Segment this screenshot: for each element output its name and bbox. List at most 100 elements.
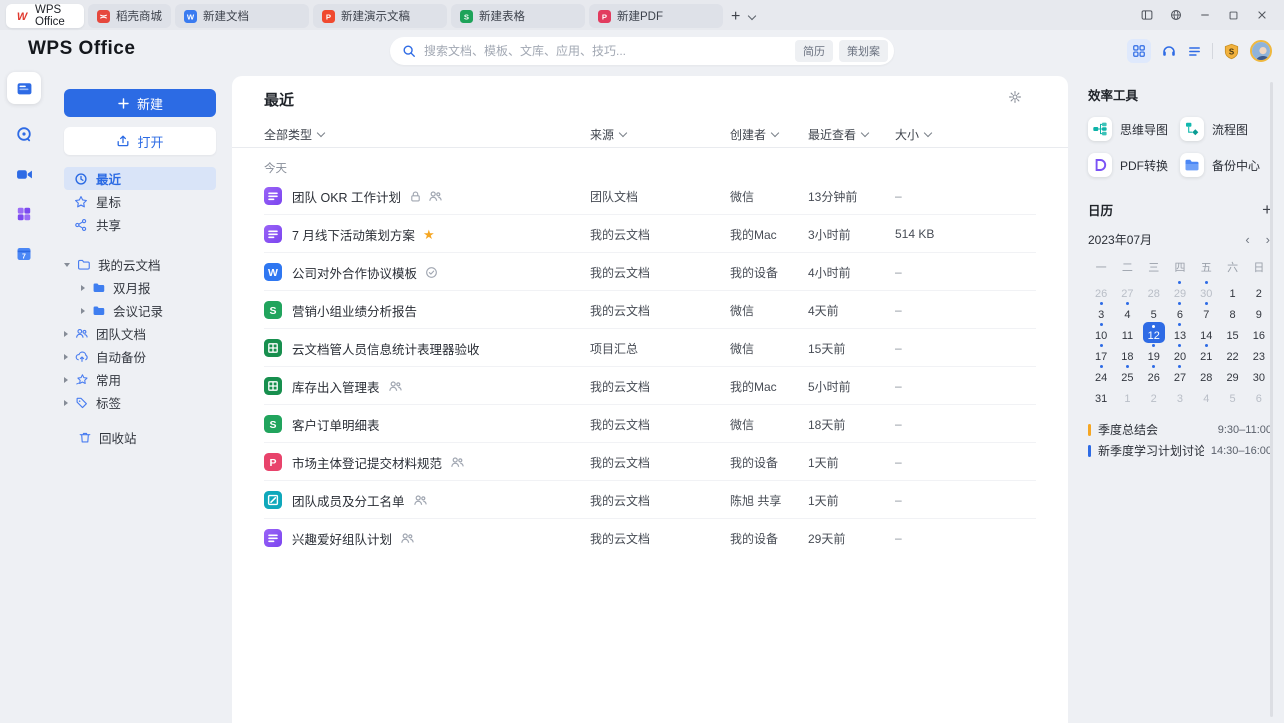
sidebar-tree-item-我的云文档[interactable]: 我的云文档	[64, 253, 216, 276]
calendar-day[interactable]: 6	[1167, 301, 1193, 322]
split-view-icon[interactable]	[1141, 9, 1153, 21]
sidebar-tree-item-自动备份[interactable]: 自动备份	[64, 345, 216, 368]
calendar-event[interactable]: 季度总结会 9:30–11:00	[1088, 419, 1272, 440]
tab-wps-office[interactable]: W WPS Office	[6, 4, 84, 28]
filter-全部类型[interactable]: 全部类型	[264, 126, 590, 143]
calendar-day[interactable]: 27	[1167, 364, 1193, 385]
calendar-day[interactable]: 28	[1193, 364, 1219, 385]
calendar-day[interactable]: 30	[1246, 364, 1272, 385]
calendar-day[interactable]: 5	[1219, 385, 1245, 406]
sidebar-tree-item-团队文档[interactable]: 团队文档	[64, 322, 216, 345]
search-bar[interactable]: 简历策划案	[390, 37, 894, 65]
menu-icon[interactable]	[1187, 44, 1202, 59]
minimize-icon[interactable]	[1199, 9, 1211, 21]
caret-right-icon[interactable]	[64, 376, 68, 383]
calendar-day[interactable]: 5	[1141, 301, 1167, 322]
vip-badge-icon[interactable]: S	[1223, 43, 1240, 60]
sidebar-tree-item-常用[interactable]: 常用	[64, 368, 216, 391]
calendar-day[interactable]: 14	[1193, 322, 1219, 343]
calendar-day[interactable]: 2	[1246, 280, 1272, 301]
document-row[interactable]: S 营销小组业绩分析报告 我的云文档 微信 4天前 –	[232, 291, 1068, 329]
calendar-day[interactable]: 1	[1114, 385, 1140, 406]
calendar-day[interactable]: 19	[1141, 343, 1167, 364]
calendar-day[interactable]: 13	[1167, 322, 1193, 343]
document-row[interactable]: P 市场主体登记提交材料规范 我的云文档 我的设备 1天前 –	[232, 443, 1068, 481]
calendar-day[interactable]: 29	[1219, 364, 1245, 385]
sidebar-item-trash[interactable]: 回收站	[64, 426, 216, 449]
calendar-day[interactable]: 12	[1141, 322, 1167, 343]
rail-item-calendar-7[interactable]: 7	[7, 238, 41, 270]
calendar-day[interactable]: 2	[1141, 385, 1167, 406]
search-tag-简历[interactable]: 简历	[795, 40, 833, 62]
calendar-event[interactable]: 新季度学习计划讨论 14:30–16:00	[1088, 440, 1272, 461]
sidebar-tree-item-标签[interactable]: 标签	[64, 391, 216, 414]
open-button[interactable]: 打开	[64, 127, 216, 155]
calendar-day[interactable]: 10	[1088, 322, 1114, 343]
sidebar-item-星标[interactable]: 星标	[64, 190, 216, 213]
calendar-day[interactable]: 29	[1167, 280, 1193, 301]
calendar-day[interactable]: 9	[1246, 301, 1272, 322]
calendar-day[interactable]: 26	[1141, 364, 1167, 385]
tab-document-2[interactable]: W 新建文档	[175, 4, 309, 28]
calendar-day[interactable]: 21	[1193, 343, 1219, 364]
rail-item-meeting-video[interactable]	[7, 158, 41, 190]
calendar-day[interactable]: 18	[1114, 343, 1140, 364]
close-icon[interactable]	[1256, 9, 1268, 21]
calendar-day[interactable]: 17	[1088, 343, 1114, 364]
document-row[interactable]: S 客户订单明细表 我的云文档 微信 18天前 –	[232, 405, 1068, 443]
document-row[interactable]: 7 月线下活动策划方案 ★ 我的云文档 我的Mac 3小时前 514 KB	[232, 215, 1068, 253]
caret-right-icon[interactable]	[81, 307, 85, 314]
tool-思维导图[interactable]: 思维导图	[1088, 116, 1180, 142]
caret-right-icon[interactable]	[81, 284, 85, 291]
calendar-day[interactable]: 16	[1246, 322, 1272, 343]
calendar-day[interactable]: 4	[1193, 385, 1219, 406]
calendar-day[interactable]: 23	[1246, 343, 1272, 364]
calendar-day[interactable]: 27	[1114, 280, 1140, 301]
tab-document-1[interactable]: 稻壳商城	[88, 4, 171, 28]
calendar-day[interactable]: 1	[1219, 280, 1245, 301]
sidebar-tree-item-双月报[interactable]: 双月报	[64, 276, 216, 299]
calendar-day[interactable]: 4	[1114, 301, 1140, 322]
calendar-day[interactable]: 24	[1088, 364, 1114, 385]
calendar-day[interactable]: 30	[1193, 280, 1219, 301]
calendar-day[interactable]: 6	[1246, 385, 1272, 406]
filter-大小[interactable]: 大小	[895, 126, 1036, 143]
calendar-day[interactable]: 22	[1219, 343, 1245, 364]
tool-备份中心[interactable]: 备份中心	[1180, 152, 1272, 178]
document-row[interactable]: 团队 OKR 工作计划 团队文档 微信 13分钟前 –	[232, 177, 1068, 215]
caret-right-icon[interactable]	[64, 353, 68, 360]
caret-down-icon[interactable]	[64, 262, 70, 267]
tool-PDF转换[interactable]: PDF转换	[1088, 152, 1180, 178]
tab-document-3[interactable]: P 新建演示文稿	[313, 4, 447, 28]
document-row[interactable]: 云文档管人员信息统计表理器验收 项目汇总 微信 15天前 –	[232, 329, 1068, 367]
calendar-day[interactable]: 31	[1088, 385, 1114, 406]
calendar-day[interactable]: 20	[1167, 343, 1193, 364]
sidebar-tree-item-会议记录[interactable]: 会议记录	[64, 299, 216, 322]
new-document-button[interactable]: 新建	[64, 89, 216, 117]
rail-item-apps-purple[interactable]	[7, 198, 41, 230]
new-tab-button[interactable]: +	[731, 4, 757, 30]
calendar-day[interactable]: 28	[1141, 280, 1167, 301]
document-row[interactable]: W 公司对外合作协议模板 我的云文档 我的设备 4小时前 –	[232, 253, 1068, 291]
maximize-icon[interactable]	[1228, 10, 1239, 21]
calendar-day[interactable]: 11	[1114, 322, 1140, 343]
tool-流程图[interactable]: 流程图	[1180, 116, 1272, 142]
filter-最近查看[interactable]: 最近查看	[808, 126, 895, 143]
document-row[interactable]: 兴趣爱好组队计划 我的云文档 我的设备 29天前 –	[232, 519, 1068, 557]
sidebar-item-共享[interactable]: 共享	[64, 213, 216, 236]
calendar-day[interactable]: 25	[1114, 364, 1140, 385]
calendar-day[interactable]: 3	[1167, 385, 1193, 406]
tab-document-4[interactable]: S 新建表格	[451, 4, 585, 28]
calendar-day[interactable]: 3	[1088, 301, 1114, 322]
headset-icon[interactable]	[1161, 43, 1177, 59]
document-row[interactable]: 团队成员及分工名单 我的云文档 陈旭 共享 1天前 –	[232, 481, 1068, 519]
apps-grid-button[interactable]	[1127, 39, 1151, 63]
avatar[interactable]	[1250, 40, 1272, 62]
calendar-day[interactable]: 26	[1088, 280, 1114, 301]
calendar-day[interactable]: 15	[1219, 322, 1245, 343]
rail-item-docs-home[interactable]	[7, 72, 41, 104]
rail-item-recent-clock[interactable]	[7, 118, 41, 150]
globe-icon[interactable]	[1170, 9, 1182, 21]
sidebar-item-最近[interactable]: 最近	[64, 167, 216, 190]
right-scrollbar[interactable]	[1270, 82, 1273, 717]
